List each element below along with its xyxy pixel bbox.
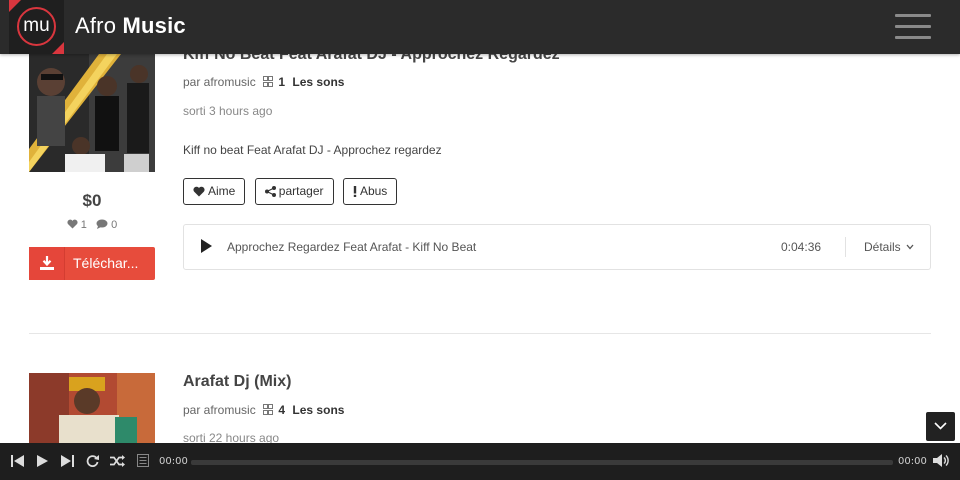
chevron-down-icon — [934, 422, 947, 430]
track-meta: par afromusic 1 Les sons — [183, 75, 344, 91]
sons-label: Les sons — [292, 75, 345, 89]
logo-corner — [52, 42, 64, 54]
share-button[interactable]: partager — [254, 178, 334, 205]
volume-icon[interactable] — [933, 454, 949, 472]
total-time: 00:00 — [898, 456, 927, 467]
logo-corner — [9, 0, 21, 12]
track-stats: 1 0 — [29, 219, 155, 231]
current-time: 00:00 — [159, 456, 188, 467]
share-icon — [264, 186, 276, 197]
likes-count: 1 — [80, 219, 87, 231]
brand-name[interactable]: Afro Music — [75, 13, 186, 39]
shuffle-icon[interactable] — [110, 454, 125, 472]
brand-light: Afro — [75, 13, 117, 38]
download-button[interactable]: Téléchar... — [29, 247, 155, 280]
action-buttons: Aime partager Abus — [183, 178, 402, 205]
previous-icon[interactable] — [11, 454, 25, 472]
player-separator — [845, 237, 846, 257]
repeat-icon[interactable] — [86, 454, 99, 472]
heart-icon — [67, 219, 78, 229]
comments-count: 0 — [111, 219, 118, 231]
exclamation-icon — [353, 186, 357, 197]
sons-label: Les sons — [292, 403, 345, 417]
track-count: 1 — [278, 75, 286, 89]
cover-image[interactable] — [29, 373, 155, 443]
menu-icon[interactable] — [895, 14, 931, 40]
like-button[interactable]: Aime — [183, 178, 246, 205]
tracks-count-icon — [263, 404, 274, 419]
report-button[interactable]: Abus — [342, 178, 398, 205]
share-label: partager — [278, 184, 324, 198]
tracks-count-icon — [263, 76, 274, 91]
player-track-title[interactable]: Approchez Regardez Feat Arafat - Kiff No… — [227, 240, 476, 254]
logo-mark: mu — [17, 7, 56, 46]
details-label: Détails — [864, 240, 901, 254]
track-author[interactable]: par afromusic — [183, 403, 256, 417]
like-label: Aime — [208, 184, 236, 198]
player-duration: 0:04:36 — [781, 240, 822, 254]
chevron-down-icon — [906, 244, 914, 250]
report-label: Abus — [359, 184, 388, 198]
track-player: Approchez Regardez Feat Arafat - Kiff No… — [183, 224, 931, 270]
download-icon — [29, 247, 65, 280]
track-author[interactable]: par afromusic — [183, 75, 256, 89]
progress-bar[interactable] — [191, 460, 893, 465]
track-count: 4 — [278, 403, 286, 417]
track-price: $0 — [82, 191, 102, 210]
top-navbar: mu Afro Music — [0, 0, 960, 54]
track-meta: par afromusic 4 Les sons — [183, 403, 344, 419]
download-label: Téléchar... — [73, 255, 139, 271]
scroll-down-button[interactable] — [926, 412, 955, 441]
track-description: Kiff no beat Feat Arafat DJ - Approchez … — [183, 143, 442, 157]
logo[interactable]: mu — [9, 0, 64, 54]
comment-icon — [96, 219, 108, 229]
cover-image[interactable] — [29, 54, 155, 172]
release-date: sorti 3 hours ago — [183, 104, 273, 118]
track-title[interactable]: Arafat Dj (Mix) — [183, 373, 291, 391]
next-icon[interactable] — [60, 454, 74, 472]
playlist-icon[interactable] — [137, 454, 149, 472]
heart-icon — [193, 186, 205, 197]
track-divider — [29, 333, 931, 334]
play-icon[interactable] — [37, 454, 48, 472]
details-toggle[interactable]: Détails — [864, 240, 914, 254]
play-icon[interactable] — [200, 239, 212, 258]
brand-bold: Music — [122, 13, 186, 38]
audio-player-bar: 00:00 00:00 — [0, 443, 960, 480]
